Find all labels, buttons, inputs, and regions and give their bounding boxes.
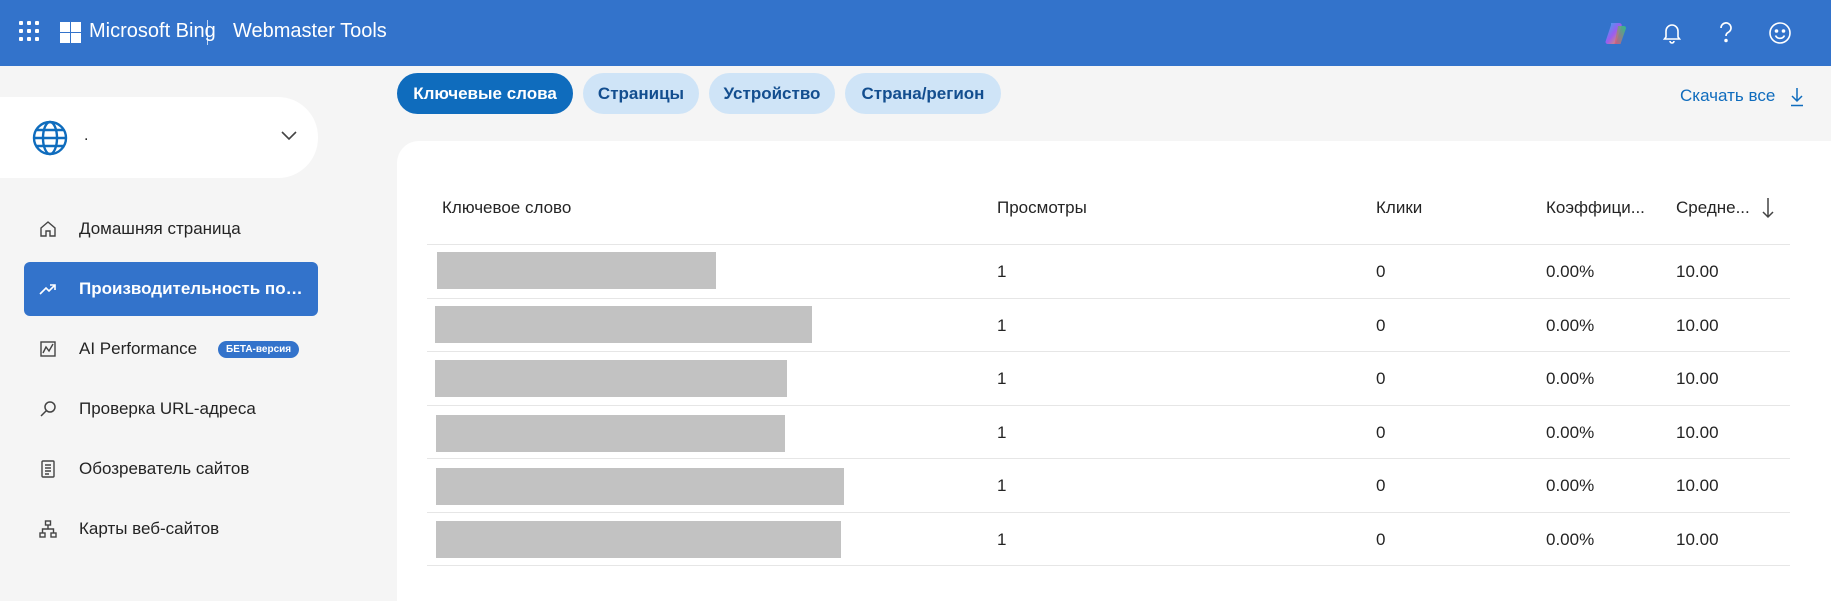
tab-country-region[interactable]: Страна/регион — [845, 73, 1001, 114]
column-header-keyword[interactable]: Ключевое слово — [442, 198, 571, 218]
ctr-cell: 0.00% — [1546, 369, 1595, 388]
clicks-cell: 0 — [1376, 423, 1386, 442]
redacted-keyword — [437, 252, 716, 289]
column-header-clicks[interactable]: Клики — [1376, 198, 1422, 218]
impressions-cell: 1 — [997, 369, 1007, 388]
avg-position-cell: 10.00 — [1676, 262, 1719, 281]
clicks-cell: 0 — [1376, 369, 1386, 388]
clicks-cell: 0 — [1376, 476, 1386, 495]
ctr-cell: 0.00% — [1546, 530, 1595, 549]
redacted-keyword — [436, 521, 841, 558]
row-divider — [427, 351, 1790, 352]
avg-position-cell: 10.00 — [1676, 369, 1719, 388]
sidebar-item-label: Карты веб-сайтов — [79, 519, 220, 538]
ctr-cell: 0.00% — [1546, 262, 1595, 281]
redacted-keyword — [435, 360, 787, 397]
column-header-avg-position[interactable]: Средне... — [1676, 198, 1750, 218]
impressions-cell: 1 — [997, 530, 1007, 549]
clicks-cell: 0 — [1376, 530, 1386, 549]
avg-position-cell: 10.00 — [1676, 423, 1719, 442]
avg-position-cell: 10.00 — [1676, 476, 1719, 495]
brand-name[interactable]: Microsoft Bing — [89, 20, 216, 43]
clicks-cell: 0 — [1376, 262, 1386, 281]
help-icon[interactable] — [1711, 18, 1741, 48]
column-header-impressions[interactable]: Просмотры — [997, 198, 1087, 218]
row-divider — [427, 298, 1790, 299]
product-name[interactable]: Webmaster Tools — [233, 20, 387, 43]
smiley-icon[interactable] — [1765, 18, 1795, 48]
row-divider — [427, 512, 1790, 513]
clicks-cell: 0 — [1376, 316, 1386, 335]
bell-icon[interactable] — [1657, 18, 1687, 48]
impressions-cell: 1 — [997, 262, 1007, 281]
sidebar-item-home[interactable]: Домашняя страница — [24, 202, 318, 256]
impressions-cell: 1 — [997, 476, 1007, 495]
copilot-icon[interactable] — [1601, 18, 1631, 48]
sidebar-item-url-inspection[interactable]: Проверка URL-адреса — [24, 382, 318, 436]
sidebar-item-label: Домашняя страница — [79, 219, 241, 238]
download-icon[interactable] — [1789, 87, 1805, 107]
row-divider — [427, 565, 1790, 566]
column-header-ctr[interactable]: Коэффици... — [1546, 198, 1645, 218]
row-divider — [427, 244, 1790, 245]
waffle-icon[interactable] — [19, 21, 39, 41]
globe-icon — [32, 120, 68, 156]
trend-up-icon — [39, 284, 56, 295]
download-all-link[interactable]: Скачать все — [1680, 86, 1775, 106]
redacted-keyword — [436, 415, 785, 452]
home-icon — [40, 221, 56, 237]
tab-pages[interactable]: Страницы — [583, 73, 699, 114]
avg-position-cell: 10.00 — [1676, 530, 1719, 549]
redacted-keyword — [435, 306, 812, 343]
sidebar-item-label: Обозреватель сайтов — [79, 459, 250, 478]
site-selector[interactable]: . — [0, 97, 318, 178]
impressions-cell: 1 — [997, 423, 1007, 442]
sort-descending-icon[interactable] — [1761, 196, 1775, 220]
avg-position-cell: 10.00 — [1676, 316, 1719, 335]
ctr-cell: 0.00% — [1546, 423, 1595, 442]
ai-chart-icon — [40, 341, 56, 357]
impressions-cell: 1 — [997, 316, 1007, 335]
tab-keywords[interactable]: Ключевые слова — [397, 73, 573, 114]
chevron-down-icon — [281, 131, 297, 141]
row-divider — [427, 458, 1790, 459]
sidebar-item-search-performance[interactable]: Производительность поиска — [24, 262, 318, 316]
sidebar-item-label: Проверка URL-адреса — [79, 399, 256, 418]
tab-device[interactable]: Устройство — [709, 73, 835, 114]
redacted-keyword — [436, 468, 844, 505]
sidebar-item-sitemaps[interactable]: Карты веб-сайтов — [24, 502, 318, 556]
top-bar: Microsoft Bing Webmaster Tools — [0, 0, 1831, 66]
site-name: . — [84, 127, 89, 144]
row-divider — [427, 405, 1790, 406]
sitemap-icon — [39, 520, 57, 538]
sidebar-item-label: Производительность поиска — [79, 279, 307, 298]
ctr-cell: 0.00% — [1546, 316, 1595, 335]
sidebar-item-label: AI Performance — [79, 339, 198, 358]
ctr-cell: 0.00% — [1546, 476, 1595, 495]
sidebar-item-site-explorer[interactable]: Обозреватель сайтов — [24, 442, 318, 496]
brand-divider — [207, 20, 208, 45]
sidebar-item-ai-performance[interactable]: AI Performance БЕТА-версия — [24, 322, 318, 376]
site-list-icon — [41, 460, 55, 478]
beta-badge: БЕТА-версия — [218, 341, 300, 358]
microsoft-logo-icon — [60, 22, 81, 43]
search-icon — [40, 401, 56, 417]
